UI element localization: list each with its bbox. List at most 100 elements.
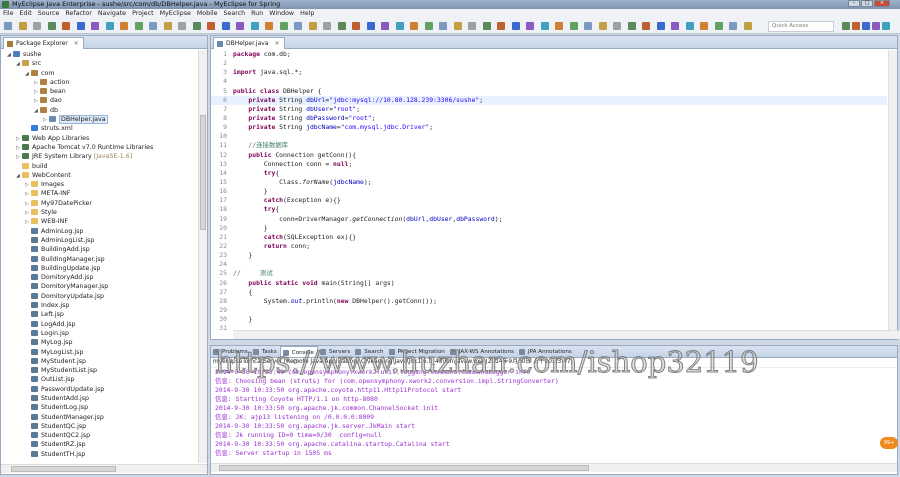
- toolbar-button-icon[interactable]: [352, 22, 360, 30]
- toolbar-button-icon[interactable]: [540, 22, 549, 30]
- tree-item-jsp-file[interactable]: MyLogList.jsp: [1, 348, 199, 357]
- tree-vertical-scrollbar[interactable]: [198, 50, 207, 463]
- tab-jax-ws-annotations[interactable]: JAX-WS Annotations: [448, 346, 517, 357]
- tree-item-package[interactable]: ◢ com: [1, 69, 199, 78]
- toolbar-button-icon[interactable]: [700, 22, 708, 30]
- toolbar-button-icon[interactable]: [453, 22, 462, 30]
- menu-navigate[interactable]: Navigate: [98, 9, 126, 19]
- tree-item-jsp-file[interactable]: StudentQC.jsp: [1, 422, 199, 431]
- toolbar-button-icon[interactable]: [656, 22, 665, 30]
- toolbar-button-icon[interactable]: [526, 22, 534, 30]
- menu-mobile[interactable]: Mobile: [197, 9, 218, 19]
- tree-item-library[interactable]: ▷ Web App Libraries: [1, 134, 199, 143]
- menu-file[interactable]: File: [3, 9, 14, 19]
- tree-item-jsp-file[interactable]: StudentRZ.jsp: [1, 440, 199, 449]
- toolbar-button-icon[interactable]: [47, 22, 56, 30]
- toolbar-button-icon[interactable]: [178, 22, 186, 30]
- tree-item-jsp-file[interactable]: Index.jsp: [1, 301, 199, 310]
- toolbar-button-icon[interactable]: [439, 22, 447, 30]
- tree-item-java-file[interactable]: ▷ DBHelper.java: [1, 115, 199, 125]
- toolbar-button-icon[interactable]: [410, 22, 418, 30]
- menu-project[interactable]: Project: [132, 9, 154, 19]
- toolbar-button-icon[interactable]: [337, 22, 346, 30]
- menu-window[interactable]: Window: [269, 9, 294, 19]
- maximize-button[interactable]: □: [861, 0, 873, 7]
- tree-horizontal-scrollbar[interactable]: [1, 464, 207, 473]
- toolbar-button-icon[interactable]: [294, 22, 302, 30]
- toolbar-button-icon[interactable]: [265, 22, 273, 30]
- tree-item-jsp-file[interactable]: Login.jsp: [1, 329, 199, 338]
- tree-item-jsp-file[interactable]: PasswordUpdate.jsp: [1, 385, 199, 394]
- tree-item-jsp-file[interactable]: DomitoryUpdate.jsp: [1, 292, 199, 301]
- tree-item-package[interactable]: ▷ action: [1, 78, 199, 87]
- tree-item-folder[interactable]: ▷ My97DatePicker: [1, 199, 199, 208]
- toolbar-button-icon[interactable]: [105, 22, 114, 30]
- toolbar-button-icon[interactable]: [555, 22, 563, 30]
- toolbar-button-icon[interactable]: [497, 22, 505, 30]
- tree-item-jsp-file[interactable]: BuildingAdd.jsp: [1, 245, 199, 254]
- notification-badge[interactable]: 99+: [880, 437, 898, 449]
- toolbar-button-icon[interactable]: [569, 22, 578, 30]
- toolbar-button-icon[interactable]: [482, 22, 491, 30]
- tree-item-jsp-file[interactable]: Left.jsp: [1, 310, 199, 319]
- tree-item-jsp-file[interactable]: StudentLog.jsp: [1, 403, 199, 412]
- tree-item-folder[interactable]: ▷ Style: [1, 208, 199, 217]
- toolbar-button-icon[interactable]: [163, 22, 172, 30]
- tab-console[interactable]: Console: [279, 346, 319, 357]
- tree-item-jsp-file[interactable]: MyLog.jsp: [1, 338, 199, 347]
- perspective-icon[interactable]: [842, 22, 850, 30]
- tree-item-folder[interactable]: ▷ Images: [1, 180, 199, 189]
- close-icon[interactable]: ✕: [275, 40, 280, 47]
- toolbar-button-icon[interactable]: [729, 22, 737, 30]
- toolbar-button-icon[interactable]: [134, 22, 143, 30]
- toolbar-button-icon[interactable]: [33, 22, 41, 30]
- tree-item-source-folder[interactable]: ◢ src: [1, 59, 199, 68]
- toolbar-button-icon[interactable]: [149, 22, 157, 30]
- editor-vertical-scrollbar[interactable]: [888, 50, 897, 330]
- close-icon[interactable]: ✕: [74, 40, 79, 47]
- tab-tasks[interactable]: Tasks: [251, 346, 280, 357]
- toolbar-button-icon[interactable]: [613, 22, 621, 30]
- toolbar-button-icon[interactable]: [671, 22, 679, 30]
- tree-item-folder[interactable]: ▷ META-INF: [1, 189, 199, 198]
- toolbar-button-icon[interactable]: [685, 22, 694, 30]
- tree-item-jsp-file[interactable]: DomitoryManager.jsp: [1, 282, 199, 291]
- minimize-button[interactable]: –: [848, 0, 860, 7]
- tab-search[interactable]: Search: [353, 346, 386, 357]
- console-horizontal-scrollbar[interactable]: [211, 463, 897, 472]
- scroll-thumb[interactable]: [11, 466, 116, 472]
- tab-dbhelper-java[interactable]: DBHelper.java ✕: [213, 37, 285, 49]
- tree-item-folder[interactable]: ▷ WEB-INF: [1, 217, 199, 226]
- toolbar-button-icon[interactable]: [76, 22, 85, 30]
- toolbar-button-icon[interactable]: [627, 22, 636, 30]
- tree-item-jsp-file[interactable]: StudentTH.jsp: [1, 450, 199, 459]
- close-button[interactable]: ×: [874, 0, 890, 7]
- tree-item-folder[interactable]: ◢ WebContent: [1, 171, 199, 180]
- toolbar-button-icon[interactable]: [120, 22, 128, 30]
- toolbar-button-icon[interactable]: [511, 22, 520, 30]
- menu-refactor[interactable]: Refactor: [65, 9, 91, 19]
- quick-access-input[interactable]: Quick Access: [768, 21, 834, 32]
- tab-problems[interactable]: Problems: [211, 346, 251, 357]
- tree-item-jsp-file[interactable]: MyStudentList.jsp: [1, 366, 199, 375]
- menu-source[interactable]: Source: [38, 9, 60, 19]
- tree-item-project[interactable]: ◢ sushe: [1, 50, 199, 59]
- toolbar-button-icon[interactable]: [424, 22, 433, 30]
- tree-item-jsp-file[interactable]: OutList.jsp: [1, 375, 199, 384]
- menu-edit[interactable]: Edit: [20, 9, 32, 19]
- tree-item-jsp-file[interactable]: AdminLogList.jsp: [1, 236, 199, 245]
- tree-item-library[interactable]: ▷ Apache Tomcat v7.0 Runtime Libraries: [1, 143, 199, 152]
- tree-item-library[interactable]: ▷ JRE System Library [JavaSE-1.6]: [1, 152, 199, 161]
- toolbar-button-icon[interactable]: [381, 22, 389, 30]
- toolbar-button-icon[interactable]: [207, 22, 215, 30]
- toolbar-button-icon[interactable]: [323, 22, 331, 30]
- editor-horizontal-scrollbar[interactable]: [233, 330, 900, 339]
- scroll-thumb[interactable]: [200, 115, 206, 230]
- tree-item-jsp-file[interactable]: StudentManager.jsp: [1, 413, 199, 422]
- toolbar-button-icon[interactable]: [192, 22, 201, 30]
- toolbar-button-icon[interactable]: [366, 22, 375, 30]
- toolbar-button-icon[interactable]: [468, 22, 476, 30]
- toolbar-button-icon[interactable]: [250, 22, 259, 30]
- tree-item-jsp-file[interactable]: DomitoryAdd.jsp: [1, 273, 199, 282]
- toolbar-button-icon[interactable]: [395, 22, 404, 30]
